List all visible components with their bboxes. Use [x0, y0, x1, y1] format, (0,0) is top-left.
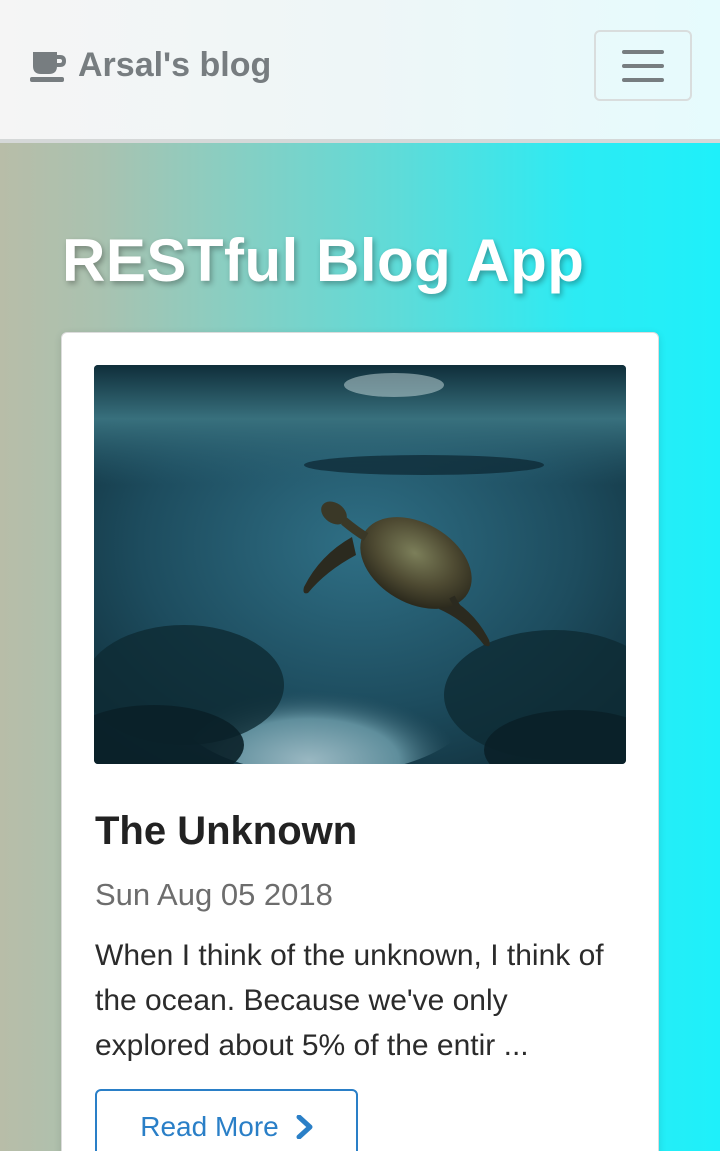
post-title: The Unknown — [95, 809, 358, 853]
navbar: Arsal's blog — [0, 0, 720, 143]
coffee-cup-icon — [30, 52, 66, 82]
page-title: RESTful Blog App — [62, 227, 585, 294]
navbar-toggle-button[interactable] — [594, 30, 692, 101]
post-card: The Unknown Sun Aug 05 2018 When I think… — [61, 332, 659, 1151]
sea-turtle-photo — [94, 365, 626, 764]
post-date: Sun Aug 05 2018 — [95, 877, 333, 912]
brand-link[interactable]: Arsal's blog — [30, 44, 271, 86]
hamburger-menu-icon — [622, 49, 664, 82]
read-more-label: Read More — [140, 1111, 279, 1142]
brand-label: Arsal's blog — [78, 45, 272, 84]
chevron-right-icon — [296, 1115, 313, 1139]
read-more-button[interactable]: Read More — [95, 1089, 358, 1151]
post-excerpt: When I think of the unknown, I think of … — [95, 939, 604, 1062]
